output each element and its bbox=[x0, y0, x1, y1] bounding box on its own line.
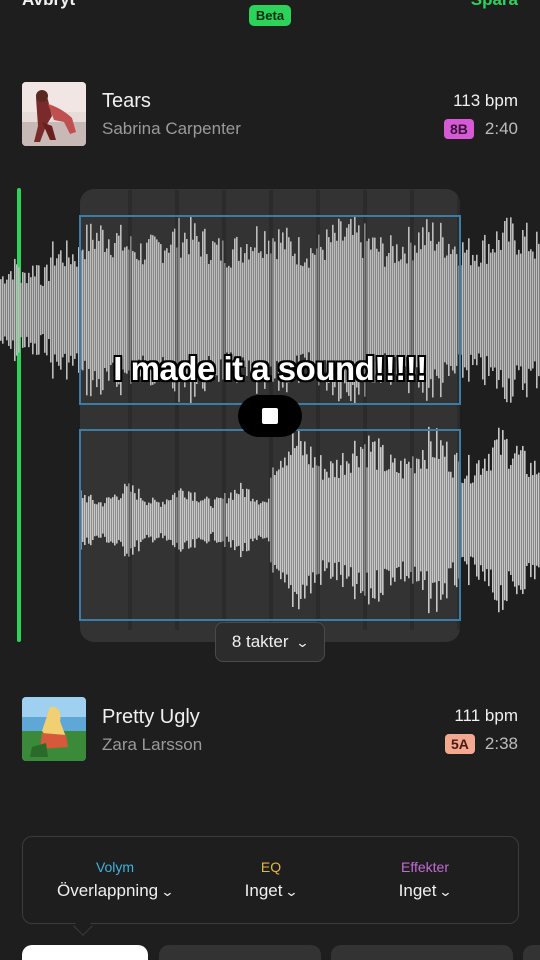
eq-label: EQ bbox=[260, 859, 282, 875]
chevron-down-icon: ⌄ bbox=[160, 884, 175, 899]
tab-more[interactable] bbox=[523, 945, 540, 960]
tab-effects[interactable] bbox=[331, 945, 513, 960]
volume-label: Volym bbox=[95, 859, 135, 875]
volume-value: Överlappning ⌄ bbox=[56, 881, 175, 900]
track-bpm-bottom: 111 bpm bbox=[454, 706, 518, 725]
video-caption: I made it a sound!!!!! bbox=[113, 350, 427, 387]
track-artist-bottom: Zara Larsson bbox=[102, 735, 203, 754]
save-button[interactable]: Spara bbox=[471, 0, 518, 10]
waveform-bottom-track bbox=[80, 426, 540, 614]
chevron-down-icon: ⌄ bbox=[438, 884, 453, 899]
stop-button[interactable] bbox=[238, 395, 302, 437]
track-duration-top: 2:40 bbox=[484, 119, 518, 138]
effects-value: Inget ⌄ bbox=[398, 881, 453, 900]
cancel-button[interactable]: Avbryt bbox=[22, 0, 75, 10]
effects-setting[interactable]: Effekter Inget ⌄ bbox=[345, 859, 505, 901]
chevron-down-icon: ⌄ bbox=[295, 635, 310, 650]
tab-eq[interactable] bbox=[159, 945, 321, 960]
eq-setting[interactable]: EQ Inget ⌄ bbox=[191, 859, 351, 901]
eq-value: Inget ⌄ bbox=[244, 881, 299, 900]
effects-label: Effekter bbox=[401, 859, 449, 875]
stop-icon bbox=[262, 408, 278, 424]
track-bpm-top: 113 bpm bbox=[453, 91, 518, 110]
mix-settings-panel: Volym Överlappning ⌄ EQ Inget ⌄ Effekter I… bbox=[22, 836, 519, 924]
track-title-top: Tears bbox=[102, 90, 151, 112]
track-artist-top: Sabrina Carpenter bbox=[102, 119, 241, 138]
album-art-bottom bbox=[22, 697, 86, 761]
chevron-down-icon: ⌄ bbox=[284, 884, 299, 899]
tab-volume[interactable] bbox=[22, 945, 148, 960]
volume-setting[interactable]: Volym Överlappning ⌄ bbox=[35, 859, 195, 901]
beta-badge: Beta bbox=[249, 5, 291, 26]
album-art-top bbox=[22, 82, 86, 146]
key-badge-top: 8B bbox=[444, 119, 474, 139]
track-title-bottom: Pretty Ugly bbox=[102, 706, 200, 728]
bar-length-label: 8 takter bbox=[231, 632, 289, 651]
bar-length-dropdown[interactable]: 8 takter ⌄ bbox=[215, 622, 325, 662]
track-duration-bottom: 2:38 bbox=[484, 734, 518, 753]
key-badge-bottom: 5A bbox=[445, 734, 475, 754]
